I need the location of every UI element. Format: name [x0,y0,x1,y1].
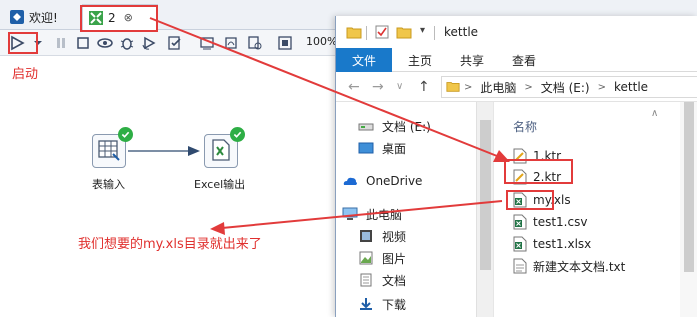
nav-item-drive-e[interactable]: 文档 (E:) [358,116,431,136]
stop-icon[interactable] [74,34,92,52]
pause-icon[interactable] [52,34,70,52]
text-file-icon [513,258,527,274]
breadcrumb-this-pc[interactable]: 此电脑 [480,79,516,96]
file-item-test1-csv[interactable]: test1.csv [513,212,587,232]
forward-icon[interactable]: → [372,79,384,95]
onedrive-icon [342,174,358,188]
start-annotation: 启动 [12,67,39,82]
impact-icon[interactable] [198,34,216,52]
folder-icon [346,24,362,43]
ribbon-tab-file[interactable]: 文件 [336,48,392,72]
drive-icon [358,119,374,133]
pictures-folder-icon [358,251,374,265]
show-results-icon[interactable] [276,34,294,52]
nav-item-onedrive[interactable]: OneDrive [342,171,422,191]
highlight-myxls-box [506,190,554,210]
tab-welcome[interactable]: 欢迎! [4,4,76,30]
file-explorer-window: ▾ kettle 文件 主页 共享 查看 ← → ∨ ↑ > 此电脑 > 文档 … [335,16,697,317]
file-name: 新建文本文档.txt [533,259,626,274]
nav-item-label: 视频 [382,229,407,244]
nav-item-label: OneDrive [366,174,423,188]
column-header-name[interactable]: 名称 [513,118,537,135]
computer-icon [342,207,358,221]
scrollbar-thumb[interactable] [480,120,491,270]
file-item-new-text-doc[interactable]: 新建文本文档.txt [513,256,625,276]
navigation-pane: 文档 (E:) 桌面 OneDrive 此电脑 视频 图片 文档 下载 [336,102,494,317]
back-icon[interactable]: ← [348,79,360,95]
ribbon-tabs: 文件 主页 共享 查看 [336,48,697,72]
desktop-folder-icon [358,141,374,155]
spoon-icon [10,10,24,24]
documents-folder-icon [358,273,374,287]
file-item-test1-xlsx[interactable]: test1.xlsx [513,234,591,254]
navigation-bar: ← → ∨ ↑ > 此电脑 > 文档 (E:) > kettle [336,72,697,102]
nav-item-desktop[interactable]: 桌面 [358,138,406,158]
preview-icon[interactable] [96,34,114,52]
properties-icon[interactable] [374,24,390,43]
tab-welcome-label: 欢迎! [29,10,58,25]
file-name: test1.csv [533,215,588,229]
ribbon-tab-home[interactable]: 主页 [402,48,438,72]
window-title: kettle [444,25,479,39]
customize-quick-access-icon[interactable]: ▾ [420,25,425,36]
nav-item-label: 桌面 [382,141,407,156]
breadcrumb-separator: > [597,81,606,93]
nav-item-documents[interactable]: 文档 [358,270,406,290]
hop-arrow[interactable] [0,57,340,257]
highlight-tab-box [80,5,158,32]
new-folder-icon[interactable] [396,24,412,43]
address-bar[interactable]: > 此电脑 > 文档 (E:) > kettle [441,76,697,98]
breadcrumb-kettle[interactable]: kettle [614,80,648,94]
nav-item-downloads[interactable]: 下载 [358,294,406,314]
ribbon-tab-share[interactable]: 共享 [454,48,490,72]
up-icon[interactable]: ↑ [418,79,430,95]
nav-item-pictures[interactable]: 图片 [358,248,406,268]
breadcrumb-separator: > [464,81,473,93]
ribbon-tab-view[interactable]: 查看 [506,48,542,72]
scrollbar-thumb[interactable] [684,102,694,272]
nav-item-label: 图片 [382,251,407,266]
highlight-run-box [8,32,38,54]
nav-item-label: 此电脑 [366,207,403,222]
verify-icon[interactable] [166,34,184,52]
nav-item-label: 文档 (E:) [382,119,431,134]
recent-locations-icon[interactable]: ∨ [396,81,403,92]
folder-icon [446,79,460,96]
nav-pane-scrollbar[interactable] [476,102,493,317]
sql-icon[interactable] [222,34,240,52]
videos-folder-icon [358,229,374,243]
title-separator [434,26,435,40]
nav-item-label: 文档 [382,273,407,288]
file-list-scrollbar[interactable] [680,102,697,317]
downloads-folder-icon [358,297,374,311]
debug-icon[interactable] [118,34,136,52]
nav-item-label: 下载 [382,297,407,312]
nav-item-this-pc[interactable]: 此电脑 [342,204,402,224]
nav-item-videos[interactable]: 视频 [358,226,406,246]
breadcrumb-separator: > [524,81,533,93]
file-name: test1.xlsx [533,237,592,251]
explorer-title-bar: ▾ kettle [336,16,697,48]
highlight-2ktr-box [504,159,573,184]
explore-db-icon[interactable] [246,34,264,52]
sort-icon[interactable]: ∧ [651,108,658,119]
excel-file-icon [513,214,527,230]
breadcrumb-drive-e[interactable]: 文档 (E:) [541,79,590,96]
excel-file-icon [513,236,527,252]
replay-icon[interactable] [140,34,158,52]
result-annotation: 我们想要的my.xls目录就出来了 [78,237,262,252]
title-separator [366,26,367,40]
zoom-level[interactable]: 100% [306,35,337,48]
